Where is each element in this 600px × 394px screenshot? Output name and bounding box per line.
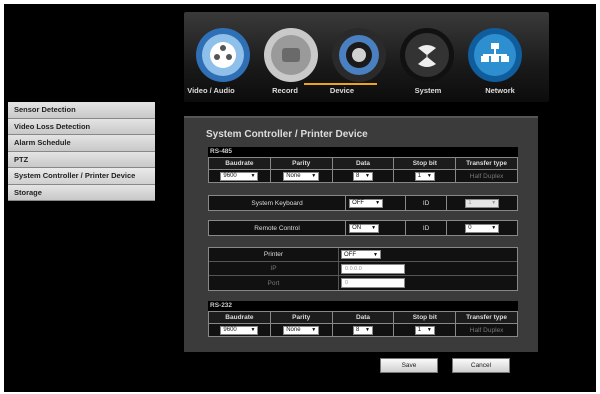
panel-title: System Controller / Printer Device xyxy=(206,129,368,140)
cancel-button[interactable]: Cancel xyxy=(452,358,510,373)
rs485-transfer-type: Half Duplex xyxy=(469,172,504,180)
sidebar: Sensor Detection Video Loss Detection Al… xyxy=(8,102,155,201)
chevron-down-icon: ▼ xyxy=(365,173,370,179)
chevron-down-icon: ▼ xyxy=(365,327,370,333)
remote-control-label: Remote Control xyxy=(209,221,347,235)
chevron-down-icon: ▼ xyxy=(371,225,377,231)
sidebar-item-sensor-detection[interactable]: Sensor Detection xyxy=(8,102,155,119)
chevron-down-icon: ▼ xyxy=(375,200,381,206)
remote-control-row: Remote Control ON ▼ ID 0 ▼ xyxy=(208,220,518,236)
rs232-data-select[interactable]: 8 ▼ xyxy=(352,325,373,335)
chevron-down-icon: ▼ xyxy=(491,225,497,231)
printer-ip-input[interactable]: 0.0.0.0 xyxy=(341,263,405,274)
printer-box: Printer OFF ▼ IP 0.0.0.0 Port 0 xyxy=(208,247,518,291)
rs485-header-baudrate: Baudrate xyxy=(209,158,271,170)
sidebar-item-video-loss-detection[interactable]: Video Loss Detection xyxy=(8,118,155,135)
rs232-header-stop-bit: Stop bit xyxy=(394,312,457,324)
remote-control-select[interactable]: ON ▼ xyxy=(349,223,380,233)
network-icon[interactable] xyxy=(466,26,524,84)
rs485-data-select[interactable]: 8 ▼ xyxy=(352,171,373,181)
chevron-down-icon: ▼ xyxy=(426,327,432,333)
printer-ip-label: IP xyxy=(209,262,339,275)
rs485-stop-bit-select[interactable]: 1 ▼ xyxy=(414,171,435,181)
rs485-parity-select[interactable]: None ▼ xyxy=(283,171,320,181)
settings-panel: System Controller / Printer Device RS-48… xyxy=(184,116,538,373)
rs485-title: RS-485 xyxy=(208,147,518,157)
rs232-title: RS-232 xyxy=(208,301,518,311)
chevron-down-icon: ▼ xyxy=(250,327,256,333)
rs232-section: RS-232 Baudrate Parity Data Stop bit Tra… xyxy=(208,301,518,337)
rs232-parity-select[interactable]: None ▼ xyxy=(283,325,320,335)
chevron-down-icon: ▼ xyxy=(491,200,497,206)
chevron-down-icon: ▼ xyxy=(426,173,432,179)
sidebar-item-storage[interactable]: Storage xyxy=(8,184,155,201)
sidebar-item-alarm-schedule[interactable]: Alarm Schedule xyxy=(8,135,155,152)
app-window: Video / Audio Record Device System Netwo… xyxy=(4,4,596,392)
remote-control-id-label: ID xyxy=(406,221,448,235)
nav-label-video-audio[interactable]: Video / Audio xyxy=(176,86,246,95)
remote-control-id-select[interactable]: 0 ▼ xyxy=(465,223,500,233)
chevron-down-icon: ▼ xyxy=(311,327,317,333)
chevron-down-icon: ▼ xyxy=(250,173,256,179)
rs232-header-data: Data xyxy=(332,312,395,324)
active-tab-indicator xyxy=(304,83,377,85)
video-audio-icon[interactable] xyxy=(194,26,252,84)
system-keyboard-row: System Keyboard OFF ▼ ID 1 ▼ xyxy=(208,195,518,211)
system-icon[interactable] xyxy=(398,26,456,84)
system-keyboard-select[interactable]: OFF ▼ xyxy=(349,198,384,208)
rs485-header-transfer-type: Transfer type xyxy=(456,158,517,170)
rs232-baudrate-select[interactable]: 9600 ▼ xyxy=(220,325,259,335)
rs232-transfer-type: Half Duplex xyxy=(469,326,504,334)
printer-label: Printer xyxy=(209,248,339,261)
printer-select[interactable]: OFF ▼ xyxy=(341,250,381,259)
rs485-header-parity: Parity xyxy=(270,158,333,170)
nav-label-network[interactable]: Network xyxy=(465,86,535,95)
save-button[interactable]: Save xyxy=(380,358,438,373)
nav-label-device[interactable]: Device xyxy=(307,86,377,95)
chevron-down-icon: ▼ xyxy=(373,251,378,258)
chevron-down-icon: ▼ xyxy=(311,173,317,179)
system-keyboard-id-select[interactable]: 1 ▼ xyxy=(465,198,500,208)
printer-port-input[interactable]: 0 xyxy=(341,278,405,288)
rs485-header-stop-bit: Stop bit xyxy=(394,158,457,170)
record-icon[interactable] xyxy=(262,26,320,84)
device-icon[interactable] xyxy=(330,26,388,84)
rs232-header-parity: Parity xyxy=(270,312,333,324)
rs232-stop-bit-select[interactable]: 1 ▼ xyxy=(414,325,435,335)
printer-port-label: Port xyxy=(209,276,339,290)
nav-label-system[interactable]: System xyxy=(393,86,463,95)
sidebar-item-system-controller[interactable]: System Controller / Printer Device xyxy=(8,168,155,185)
sidebar-item-ptz[interactable]: PTZ xyxy=(8,151,155,168)
rs485-baudrate-select[interactable]: 9600 ▼ xyxy=(220,171,259,181)
rs485-header-data: Data xyxy=(332,158,395,170)
system-keyboard-label: System Keyboard xyxy=(209,196,347,210)
rs232-header-transfer-type: Transfer type xyxy=(456,312,517,324)
rs232-header-baudrate: Baudrate xyxy=(209,312,271,324)
rs485-section: RS-485 Baudrate Parity Data Stop bit Tra… xyxy=(208,147,518,183)
system-keyboard-id-label: ID xyxy=(406,196,448,210)
